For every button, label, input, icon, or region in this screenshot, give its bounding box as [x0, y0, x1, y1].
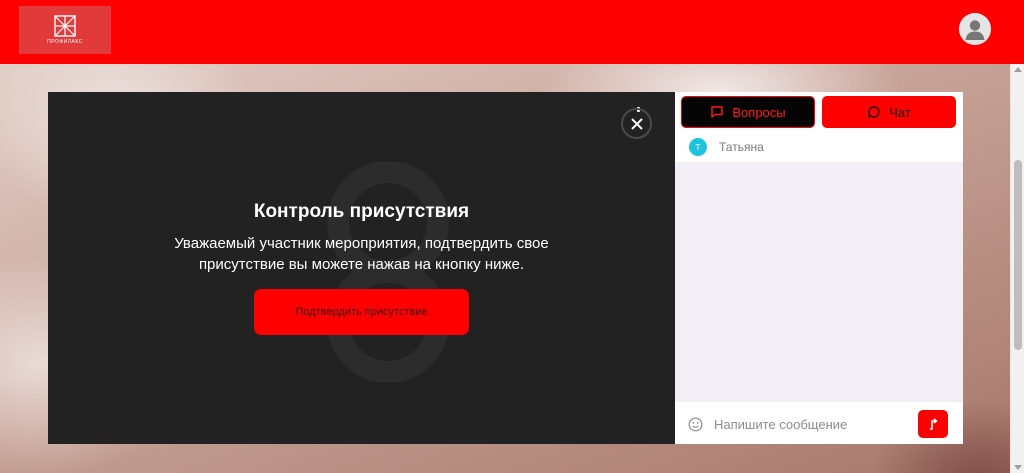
scroll-down-arrow-icon[interactable] [1014, 465, 1022, 470]
chat-bubble-icon [868, 106, 880, 118]
chat-messages-area [675, 162, 963, 402]
logo-text: ПРОФИЛАКС [47, 39, 83, 45]
scroll-thumb[interactable] [1014, 160, 1022, 350]
author-avatar: Т [689, 138, 707, 156]
top-header: ПРОФИЛАКС [0, 0, 1024, 64]
page-scrollbar[interactable] [1010, 64, 1024, 473]
smile-icon[interactable] [688, 417, 703, 432]
modal-title: Контроль присутствия [253, 201, 470, 222]
tab-chat-label: Чат [889, 104, 911, 120]
modal-description: Уважаемый участник мероприятия, подтверд… [174, 235, 549, 273]
confirm-attendance-button[interactable]: Подтвердить присутствие [254, 289, 469, 335]
close-icon [630, 117, 643, 130]
message-input[interactable] [712, 415, 906, 433]
send-icon [930, 418, 938, 430]
logo-mark-icon [54, 15, 76, 37]
tab-questions-label: Вопросы [732, 104, 786, 120]
user-avatar-icon[interactable] [959, 13, 991, 45]
send-button[interactable] [918, 410, 948, 438]
tab-chat[interactable]: Чат [822, 96, 956, 128]
close-button[interactable] [621, 108, 652, 139]
author-name: Татьяна [719, 140, 764, 154]
chat-panel: Вопросы Чат Т Татьяна [675, 92, 963, 444]
tab-questions[interactable]: Вопросы [681, 96, 815, 128]
attendance-modal: Контроль присутствия Уважаемый участник … [48, 92, 675, 444]
scroll-up-arrow-icon[interactable] [1014, 67, 1022, 72]
logo[interactable]: ПРОФИЛАКС [19, 6, 111, 54]
message-square-icon [711, 106, 724, 118]
message-input-bar [675, 404, 963, 444]
chat-message-author: Т Татьяна [675, 134, 963, 160]
